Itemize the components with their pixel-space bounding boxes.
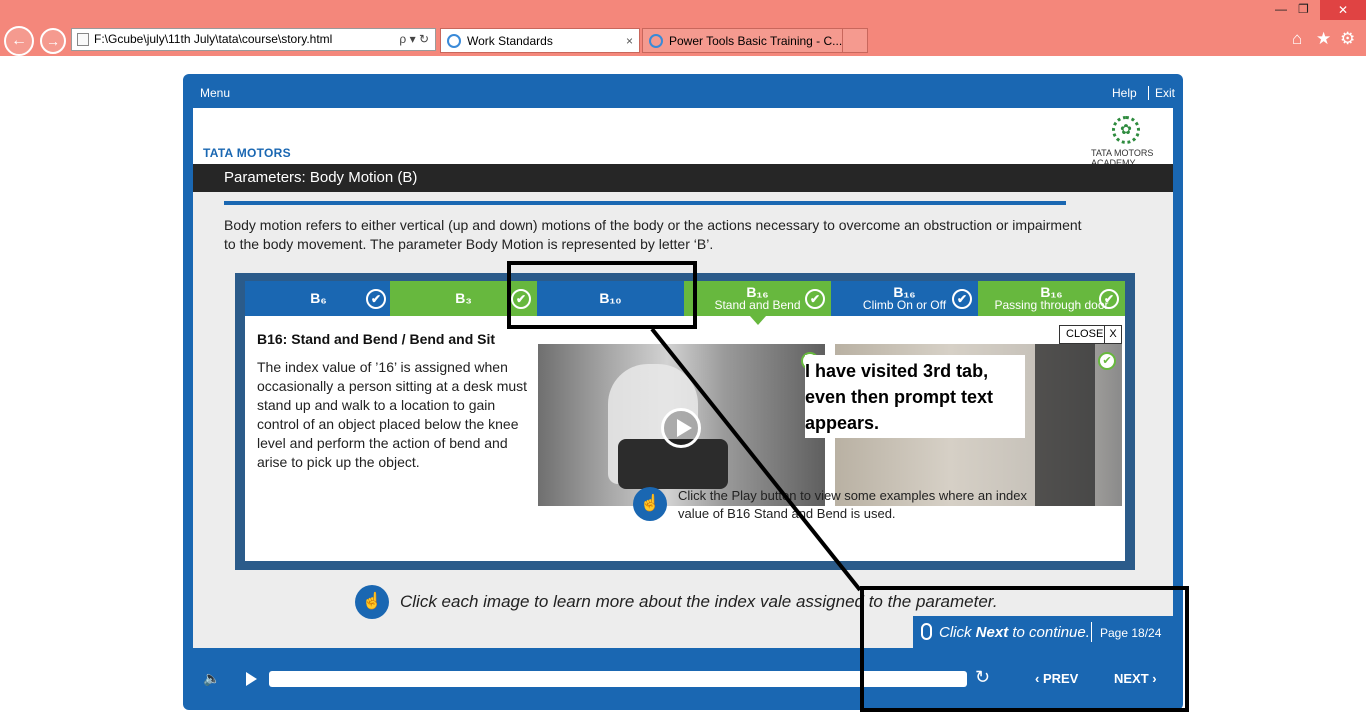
title-underline: [224, 201, 1066, 205]
menu-link[interactable]: Menu: [200, 86, 230, 100]
visited-check-icon: ✔: [366, 289, 386, 309]
page-icon: [77, 33, 89, 46]
slide-title: Parameters: Body Motion (B): [193, 164, 1173, 192]
address-tools[interactable]: ρ ▾ ↻: [399, 29, 429, 50]
visited-check-icon: ✔: [952, 289, 972, 309]
slide: TATA MOTORS ✿ TATA MOTORS ACADEMY Parame…: [193, 108, 1173, 648]
tab-b-4[interactable]: B₁₆ Climb On or Off ✔: [831, 281, 978, 316]
restore-icon[interactable]: ❐: [1298, 2, 1309, 16]
close-window-icon[interactable]: ✕: [1320, 0, 1366, 20]
visited-check-icon: ✔: [1099, 289, 1119, 309]
close-button[interactable]: CLOSE X: [1059, 325, 1122, 344]
settings-gear-icon[interactable]: ⚙: [1340, 29, 1355, 49]
play-icon[interactable]: [661, 408, 701, 448]
tab-label: Work Standards: [467, 34, 553, 48]
logo-bar: TATA MOTORS ✿ TATA MOTORS ACADEMY: [193, 108, 1173, 168]
close-tab-icon[interactable]: ×: [626, 29, 633, 54]
ie-icon: [447, 34, 461, 48]
play-pause-button[interactable]: [246, 672, 257, 686]
home-icon[interactable]: ⌂: [1292, 29, 1302, 49]
hand-pointer-icon: ☝: [355, 585, 389, 619]
visited-check-icon: ✔: [1098, 352, 1116, 370]
tab-power-tools[interactable]: Power Tools Basic Training - C...: [642, 28, 868, 53]
active-tab-arrow: [750, 316, 766, 325]
tab-work-standards[interactable]: Work Standards ×: [440, 28, 640, 53]
back-button[interactable]: ←: [4, 26, 34, 56]
address-text: F:\Gcube\july\11th July\tata\course\stor…: [94, 32, 333, 46]
person-legs-figure: [1035, 344, 1095, 506]
detail-title: B16: Stand and Bend / Bend and Sit: [257, 331, 496, 347]
volume-icon[interactable]: 🔈: [203, 670, 220, 687]
tab-b-0[interactable]: B₆ ✔: [245, 281, 392, 316]
address-bar[interactable]: F:\Gcube\july\11th July\tata\course\stor…: [71, 28, 436, 51]
intro-text: Body motion refers to either vertical (u…: [224, 217, 1082, 252]
tab-b-5[interactable]: B₁₆ Passing through door ✔: [978, 281, 1125, 316]
favorites-icon[interactable]: ★: [1316, 29, 1331, 49]
help-link[interactable]: Help: [1112, 86, 1137, 100]
browser-chrome: ← → F:\Gcube\july\11th July\tata\course\…: [0, 0, 1366, 56]
close-x-icon[interactable]: X: [1104, 326, 1121, 343]
new-tab-button[interactable]: [842, 28, 868, 53]
tab-b-3[interactable]: B₁₆ Stand and Bend ✔: [684, 281, 831, 316]
detail-body: The index value of ’16’ is assigned when…: [257, 359, 528, 470]
close-label: CLOSE: [1066, 328, 1104, 340]
hand-pointer-icon: ☝: [633, 487, 667, 521]
exit-link[interactable]: Exit: [1148, 86, 1175, 100]
annotation-callout: I have visited 3rd tab, even then prompt…: [805, 355, 1025, 438]
tab-label: Power Tools Basic Training - C...: [669, 34, 843, 48]
annotation-box-next: [860, 586, 1189, 712]
minimize-icon[interactable]: —: [1275, 2, 1287, 16]
tata-motors-logo: TATA MOTORS: [203, 146, 291, 160]
academy-tree-icon: ✿: [1112, 116, 1140, 144]
annotation-box-tab: [507, 261, 697, 329]
visited-check-icon: ✔: [805, 289, 825, 309]
forward-button[interactable]: →: [40, 28, 66, 54]
ie-icon: [649, 34, 663, 48]
play-hint-text: Click the Play button to view some examp…: [678, 488, 1028, 521]
example-video-1[interactable]: ✔: [538, 344, 825, 506]
